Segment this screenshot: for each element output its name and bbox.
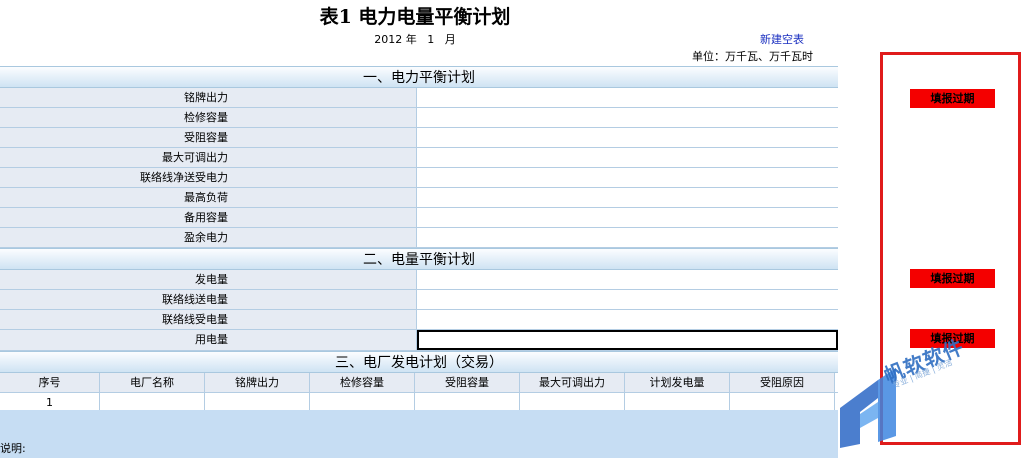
row-label: 检修容量 [0, 108, 417, 127]
month-unit: 月 [444, 33, 456, 46]
row-label: 用电量 [0, 330, 417, 350]
column-header: 受阻容量 [415, 373, 520, 392]
value-cell-selected[interactable] [417, 330, 838, 350]
form-row: 受阻容量 [0, 128, 838, 148]
section-power-title: 一、电力平衡计划 [0, 66, 838, 88]
row-label: 联络线净送受电力 [0, 168, 417, 187]
new-blank-form-link[interactable]: 新建空表 [760, 31, 804, 47]
form-row: 联络线净送受电力 [0, 168, 838, 188]
value-cell[interactable] [417, 128, 838, 147]
value-cell[interactable] [417, 228, 838, 247]
column-header: 电厂名称 [100, 373, 205, 392]
row-label: 铭牌出力 [0, 88, 417, 107]
column-header: 最大可调出力 [520, 373, 625, 392]
overdue-button-power[interactable]: 填报过期 [910, 89, 995, 108]
notes-label: 说明: [0, 442, 26, 455]
row-label: 最高负荷 [0, 188, 417, 207]
table-header-row: 序号 电厂名称 铭牌出力 检修容量 受阻容量 最大可调出力 计划发电量 受阻原因 [0, 373, 838, 393]
report-title: 表1 电力电量平衡计划 [319, 6, 511, 28]
value-cell[interactable] [417, 310, 838, 329]
row-label: 最大可调出力 [0, 148, 417, 167]
year-value[interactable]: 2012 [374, 33, 402, 46]
month-value[interactable]: 1 [427, 33, 434, 46]
form-row: 铭牌出力 [0, 88, 838, 108]
form-row: 联络线受电量 [0, 310, 838, 330]
section-plant-title: 三、电厂发电计划（交易） [0, 351, 838, 373]
form-row: 备用容量 [0, 208, 838, 228]
row-label: 联络线送电量 [0, 290, 417, 309]
report-date: 2012 年 1 月 [0, 31, 830, 47]
row-label: 发电量 [0, 270, 417, 289]
year-unit: 年 [405, 33, 417, 46]
form-row: 用电量 [0, 330, 838, 351]
column-header: 检修容量 [310, 373, 415, 392]
column-header: 受阻原因 [730, 373, 835, 392]
value-cell[interactable] [417, 148, 838, 167]
column-header: 铭牌出力 [205, 373, 310, 392]
row-label: 联络线受电量 [0, 310, 417, 329]
form-row: 盈余电力 [0, 228, 838, 248]
form-row: 最大可调出力 [0, 148, 838, 168]
form-row: 检修容量 [0, 108, 838, 128]
form-row: 发电量 [0, 270, 838, 290]
value-cell[interactable] [417, 108, 838, 127]
value-cell[interactable] [417, 208, 838, 227]
value-cell[interactable] [417, 168, 838, 187]
form-row: 联络线送电量 [0, 290, 838, 310]
section-energy-title: 二、电量平衡计划 [0, 248, 838, 270]
value-cell[interactable] [417, 88, 838, 107]
row-label: 受阻容量 [0, 128, 417, 147]
value-cell[interactable] [417, 188, 838, 207]
column-header: 计划发电量 [625, 373, 730, 392]
report-grid: 一、电力平衡计划 铭牌出力 检修容量 受阻容量 最大可调出力 联络线净送受电力 … [0, 66, 838, 413]
form-row: 最高负荷 [0, 188, 838, 208]
row-label: 备用容量 [0, 208, 417, 227]
column-header: 序号 [0, 373, 100, 392]
value-cell[interactable] [417, 270, 838, 289]
overdue-button-energy[interactable]: 填报过期 [910, 269, 995, 288]
row-label: 盈余电力 [0, 228, 417, 247]
value-cell[interactable] [417, 290, 838, 309]
unit-label: 单位：万千瓦、万千瓦时 [692, 50, 813, 63]
notes-area[interactable]: 说明: [0, 410, 838, 458]
